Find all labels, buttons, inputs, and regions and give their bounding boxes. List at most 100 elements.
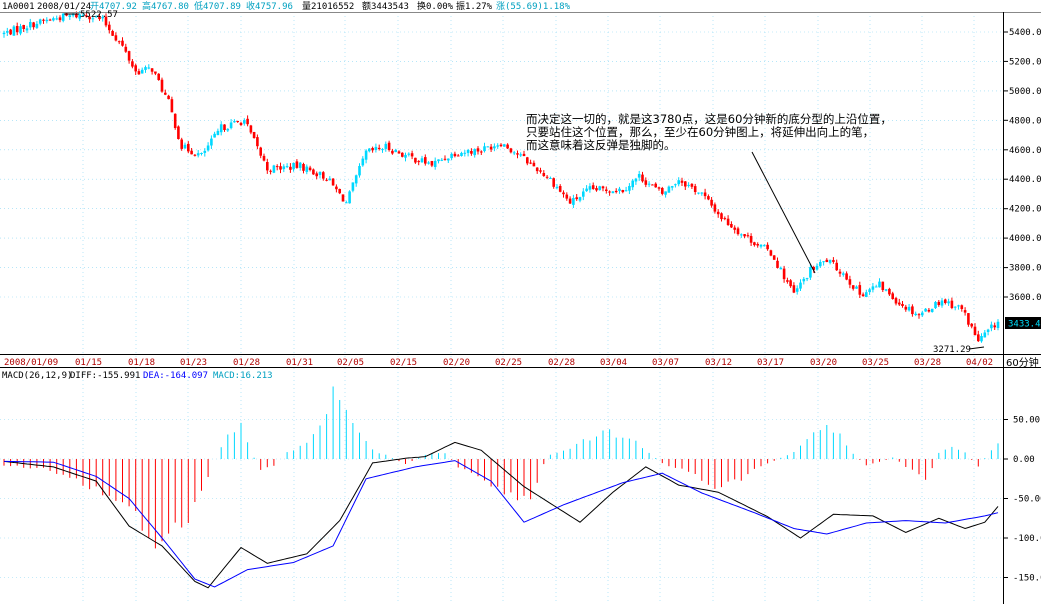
candle-body [832, 260, 835, 262]
candle-body [318, 172, 322, 175]
candle-body [147, 67, 151, 69]
candle-body [9, 29, 12, 35]
candle-body [628, 186, 631, 191]
candle-body [983, 332, 987, 338]
candle-body [229, 122, 233, 129]
candle-body [6, 31, 9, 33]
candle-body [591, 185, 595, 189]
candle-body [588, 186, 592, 190]
macd-params: MACD(26,12,9) [2, 371, 72, 381]
macd-tick-label: -100.00 [1013, 534, 1041, 544]
date-label: 03/12 [705, 358, 732, 368]
candle-body [532, 162, 536, 167]
candle-body [779, 267, 783, 270]
candle-body [845, 273, 848, 280]
candle-body [805, 278, 809, 280]
price-tick-label: 4400.00 [1009, 175, 1041, 185]
date-label: 02/25 [495, 358, 522, 368]
candle-body [45, 19, 49, 22]
candle-body [381, 149, 384, 151]
candle-body [328, 178, 332, 181]
price-tick-label: 3600.00 [1009, 293, 1041, 303]
candle-body [219, 124, 223, 133]
candle-body [203, 150, 207, 153]
candle-body [374, 146, 378, 150]
date-label: 02/15 [390, 358, 417, 368]
candle-body [565, 194, 569, 199]
candle-body [654, 183, 657, 188]
date-label: 01/18 [128, 358, 155, 368]
candle-body [641, 174, 644, 182]
date-label: 02/28 [548, 358, 575, 368]
candle-body [15, 26, 19, 33]
candle-body [170, 99, 174, 113]
candle-body [58, 17, 62, 21]
candle-body [904, 306, 908, 310]
candle-body [674, 184, 677, 186]
candle-body [42, 19, 45, 21]
date-label: 02/05 [337, 358, 364, 368]
date-label: 03/20 [810, 358, 837, 368]
candle-body [835, 262, 838, 271]
candle-body [855, 286, 858, 289]
candle-body [670, 186, 674, 188]
candle-body [842, 273, 845, 275]
candle-body [335, 186, 338, 190]
candle-body [799, 282, 802, 289]
candle-body [884, 289, 888, 291]
candle-body [726, 218, 730, 225]
candle-body [480, 151, 483, 153]
candle-body [183, 144, 187, 149]
candle-body [160, 79, 164, 92]
candle-body [410, 153, 414, 157]
candle-body [295, 161, 299, 168]
candle-body [223, 124, 226, 130]
candle-body [914, 313, 917, 315]
price-tick-label: 4000.00 [1009, 234, 1041, 244]
candle-body [894, 298, 898, 304]
candle-body [456, 155, 460, 157]
candle-body [453, 153, 457, 157]
candle-body [117, 41, 121, 43]
candle-body [522, 153, 526, 156]
candle-body [417, 161, 420, 163]
candle-body [996, 321, 1000, 328]
header-turnover: 换0.00% [417, 0, 454, 12]
candle-body [19, 26, 22, 34]
candle-body [12, 26, 16, 36]
candle-body [707, 196, 710, 200]
candle-body [302, 164, 305, 171]
candle-body [736, 228, 740, 235]
annotation-line-2: 只要站住这个位置，那么，至少在60分钟图上，将延伸出向上的笔， [526, 125, 874, 139]
candle-body [272, 165, 276, 173]
candle-body [624, 190, 628, 192]
candle-body [759, 244, 763, 247]
candle-body [266, 162, 269, 171]
date-label: 03/25 [862, 358, 889, 368]
current-price-box: 3433.4 [1005, 317, 1041, 330]
macd-tick-label: -150.00 [1013, 574, 1041, 584]
candle-body [440, 159, 444, 161]
candle-body [137, 71, 141, 75]
price-tick-label: 4200.00 [1009, 205, 1041, 215]
candle-body [631, 180, 634, 188]
candle-body [269, 170, 272, 172]
price-tick-label: 5000.00 [1009, 87, 1041, 97]
macd-dea-value: DEA:-164.097 [143, 371, 208, 381]
candle-body [575, 197, 578, 200]
candle-body [190, 150, 193, 155]
candle-body [470, 151, 473, 154]
candle-body [558, 186, 562, 192]
candle-body [667, 186, 671, 193]
candle-body [815, 265, 819, 270]
candle-body [720, 213, 723, 220]
candle-body [68, 15, 72, 17]
candle-body [677, 180, 680, 185]
candle-body [473, 149, 476, 156]
candle-body [193, 154, 197, 156]
candle-body [243, 120, 246, 124]
candle-body [700, 192, 704, 194]
candle-body [766, 244, 769, 250]
candle-body [512, 152, 516, 154]
candle-body [233, 121, 236, 123]
